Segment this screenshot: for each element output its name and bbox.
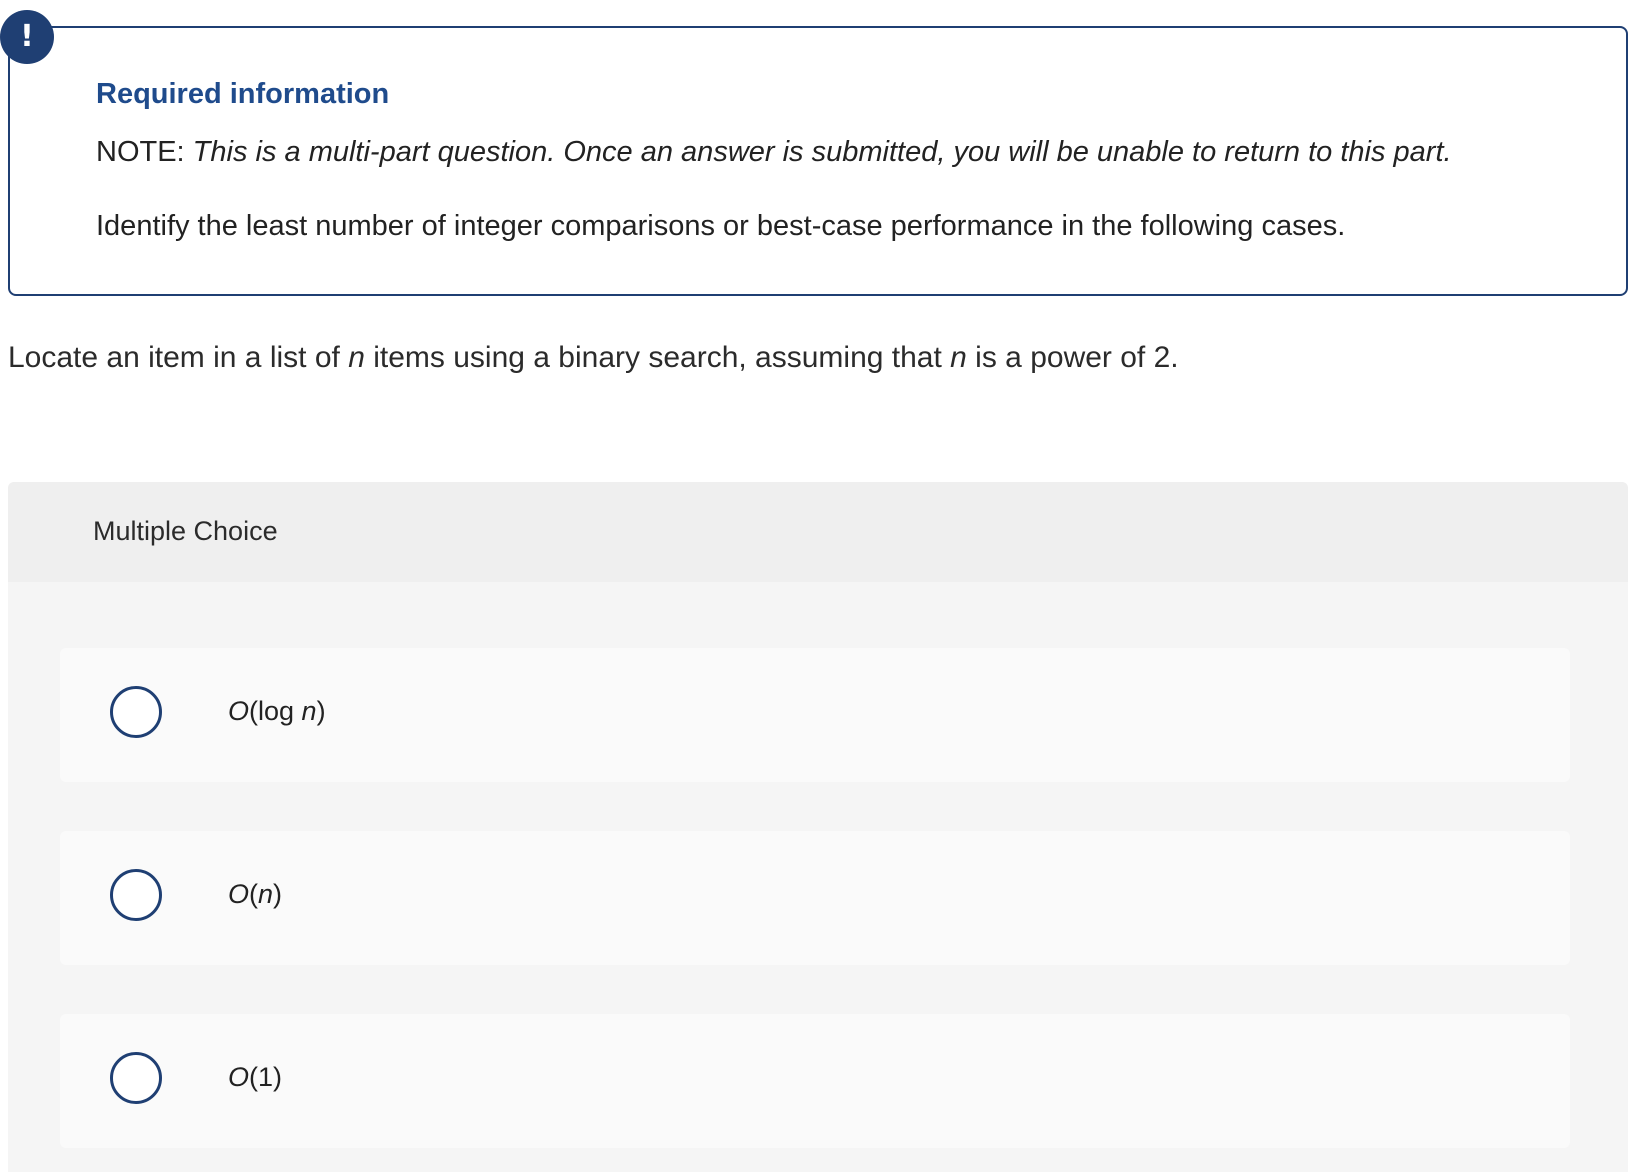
question-prompt: Locate an item in a list of n items usin… [8, 340, 1628, 376]
choice-option-log-n[interactable]: O(log n) [60, 648, 1570, 782]
note-prefix: NOTE: [96, 136, 193, 168]
big-o-symbol: O [228, 696, 250, 726]
multi-part-note: NOTE: This is a multi-part question. Onc… [96, 134, 1566, 170]
choice-label: O(1) [228, 1062, 282, 1093]
choice-close: ) [316, 696, 326, 726]
question-text-2: items using a binary search, assuming th… [364, 341, 951, 374]
choice-label: O(log n) [228, 696, 326, 727]
multiple-choice-panel: Multiple Choice O(log n) O(n) O(1) [8, 482, 1628, 1172]
choice-option-constant[interactable]: O(1) [60, 1014, 1570, 1148]
big-o-symbol: O [228, 1062, 250, 1092]
instruction-text: Identify the least number of integer com… [96, 210, 1346, 242]
choice-var: n [258, 879, 274, 909]
big-o-symbol: O [228, 879, 250, 909]
radio-button[interactable] [110, 869, 162, 921]
question-text-3: is a power of 2. [966, 341, 1179, 374]
radio-button[interactable] [110, 1052, 162, 1104]
alert-icon: ! [0, 10, 54, 64]
choice-close: ) [273, 879, 283, 909]
question-var-n-1: n [348, 341, 365, 374]
note-text: This is a multi-part question. Once an a… [192, 136, 1452, 168]
choice-option-n[interactable]: O(n) [60, 831, 1570, 965]
multiple-choice-label: Multiple Choice [93, 516, 278, 546]
radio-button[interactable] [110, 686, 162, 738]
choice-label: O(n) [228, 879, 282, 910]
required-info-title: Required information [96, 78, 390, 110]
multiple-choice-header: Multiple Choice [8, 482, 1628, 582]
choice-open: (log [249, 696, 302, 726]
choice-open: ( [249, 879, 259, 909]
required-info-box: Required information NOTE: This is a mul… [8, 26, 1628, 296]
choice-open: (1) [249, 1062, 283, 1092]
question-text-1: Locate an item in a list of [8, 341, 349, 374]
question-var-n-2: n [950, 341, 967, 374]
choice-var: n [301, 696, 317, 726]
